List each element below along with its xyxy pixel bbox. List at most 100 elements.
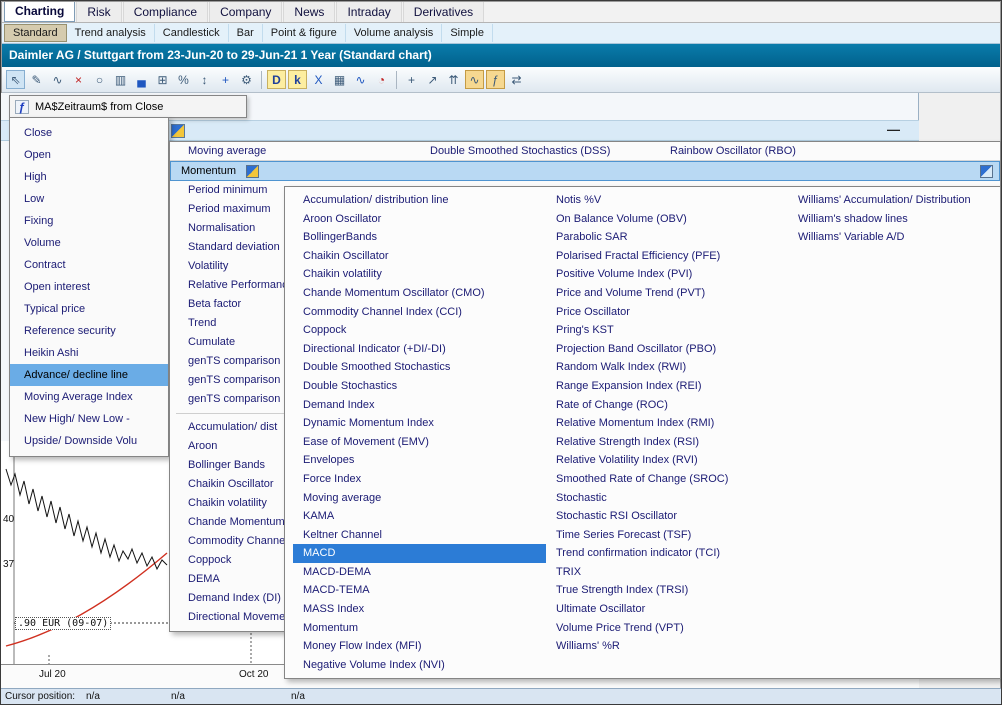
menu-item[interactable]: Aroon Oscillator xyxy=(293,210,546,229)
menu-item[interactable]: Force Index xyxy=(293,470,546,489)
menu-item[interactable]: New High/ New Low - xyxy=(10,408,168,430)
menu-item[interactable]: True Strength Index (TRSI) xyxy=(546,581,788,600)
menu-item[interactable]: Close xyxy=(10,122,168,144)
menu-item[interactable]: Notis %V xyxy=(546,191,788,210)
settings-icon[interactable]: ⚙ xyxy=(237,70,256,89)
scale-up-icon[interactable]: ⇈ xyxy=(444,70,463,89)
draw-icon[interactable]: ✎ xyxy=(27,70,46,89)
chart-type-tab[interactable]: Simple xyxy=(442,24,493,42)
main-tab[interactable]: News xyxy=(283,1,335,22)
delete-drawing-icon[interactable]: × xyxy=(69,70,88,89)
menu-item[interactable]: MACD xyxy=(293,544,546,563)
menu-item[interactable]: Commodity Channel Index (CCI) xyxy=(293,303,546,322)
chart-type-tab[interactable]: Volume analysis xyxy=(346,24,443,42)
menu-item[interactable]: Relative Strength Index (RSI) xyxy=(546,433,788,452)
menu-item[interactable]: Momentum xyxy=(293,619,546,638)
chart-type-tab[interactable]: Candlestick xyxy=(155,24,229,42)
menu-item[interactable]: High xyxy=(10,166,168,188)
menu-item[interactable]: MASS Index xyxy=(293,600,546,619)
menu-item[interactable]: Dynamic Momentum Index xyxy=(293,414,546,433)
close-line-icon[interactable]: X xyxy=(309,70,328,89)
menu-item[interactable]: Stochastic xyxy=(546,489,788,508)
menu-item[interactable]: Negative Volume Index (NVI) xyxy=(293,656,546,675)
trendline-icon[interactable]: ∿ xyxy=(48,70,67,89)
chart-type-tab[interactable]: Trend analysis xyxy=(67,24,155,42)
percent-scale-icon[interactable]: % xyxy=(174,70,193,89)
menu-item[interactable]: Low xyxy=(10,188,168,210)
menu-item[interactable]: Projection Band Oscillator (PBO) xyxy=(546,340,788,359)
menu-item-momentum[interactable]: Momentum xyxy=(170,161,1000,181)
menu-item[interactable]: Advance/ decline line xyxy=(10,364,168,386)
menu-item[interactable]: Relative Momentum Index (RMI) xyxy=(546,414,788,433)
menu-item[interactable]: TRIX xyxy=(546,563,788,582)
menu-item[interactable]: Fixing xyxy=(10,210,168,232)
menu-item[interactable]: Rainbow Oscillator (RBO) xyxy=(652,142,1000,160)
menu-item[interactable]: Smoothed Rate of Change (SROC) xyxy=(546,470,788,489)
menu-item[interactable]: MACD-DEMA xyxy=(293,563,546,582)
ellipse-icon[interactable]: ○ xyxy=(90,70,109,89)
menu-item[interactable]: Williams' Accumulation/ Distribution xyxy=(788,191,1000,210)
trend-projection-icon[interactable]: ↗ xyxy=(423,70,442,89)
grid-icon[interactable]: ⊞ xyxy=(153,70,172,89)
menu-item[interactable]: Price Oscillator xyxy=(546,303,788,322)
compare-icon[interactable]: ⇄ xyxy=(507,70,526,89)
time-period-icon[interactable]: ◔ xyxy=(372,70,391,89)
menu-item[interactable]: Heikin Ashi xyxy=(10,342,168,364)
zigzag-icon[interactable]: ∿ xyxy=(351,70,370,89)
menu-item[interactable]: Open interest xyxy=(10,276,168,298)
menu-item[interactable]: Pring's KST xyxy=(546,321,788,340)
quote-table-icon[interactable]: ▦ xyxy=(330,70,349,89)
menu-item[interactable]: MACD-TEMA xyxy=(293,581,546,600)
menu-item[interactable]: Typical price xyxy=(10,298,168,320)
menu-item[interactable]: Polarised Fractal Efficiency (PFE) xyxy=(546,247,788,266)
menu-item[interactable]: On Balance Volume (OBV) xyxy=(546,210,788,229)
menu-item[interactable]: Williams' Variable A/D xyxy=(788,228,1000,247)
menu-item[interactable]: Open xyxy=(10,144,168,166)
menu-item[interactable]: Stochastic RSI Oscillator xyxy=(546,507,788,526)
vertical-scale-icon[interactable]: ↕ xyxy=(195,70,214,89)
chart-type-tab[interactable]: Point & figure xyxy=(263,24,346,42)
formula-editor-icon[interactable]: ƒ xyxy=(486,70,505,89)
menu-item[interactable]: Williams' %R xyxy=(546,637,788,656)
menu-item[interactable]: Double Smoothed Stochastics xyxy=(293,358,546,377)
menu-item[interactable]: Coppock xyxy=(293,321,546,340)
minimize-icon[interactable]: — xyxy=(887,122,900,137)
bar-chart-icon[interactable]: ▄ xyxy=(132,70,151,89)
menu-item[interactable]: Range Expansion Index (REI) xyxy=(546,377,788,396)
main-tab[interactable]: Risk xyxy=(76,1,121,22)
menu-item[interactable]: Positive Volume Index (PVI) xyxy=(546,265,788,284)
menu-item[interactable]: Contract xyxy=(10,254,168,276)
main-tab[interactable]: Derivatives xyxy=(403,1,484,22)
menu-item[interactable]: Chaikin Oscillator xyxy=(293,247,546,266)
menu-item[interactable]: Ease of Movement (EMV) xyxy=(293,433,546,452)
main-tab[interactable]: Intraday xyxy=(336,1,401,22)
menu-item[interactable]: Parabolic SAR xyxy=(546,228,788,247)
menu-item[interactable]: Double Stochastics xyxy=(293,377,546,396)
menu-item[interactable]: Envelopes xyxy=(293,451,546,470)
crosshair-icon[interactable]: + xyxy=(216,70,235,89)
menu-item[interactable]: Moving average xyxy=(293,489,546,508)
menu-item[interactable]: KAMA xyxy=(293,507,546,526)
menu-item[interactable]: Directional Indicator (+DI/-DI) xyxy=(293,340,546,359)
chart-type-tab[interactable]: Standard xyxy=(4,24,67,42)
menu-item[interactable]: Money Flow Index (MFI) xyxy=(293,637,546,656)
menu-item[interactable]: Ultimate Oscillator xyxy=(546,600,788,619)
main-tab[interactable]: Company xyxy=(209,1,282,22)
indicator-list-icon[interactable]: ∿ xyxy=(465,70,484,89)
menu-item[interactable]: Rate of Change (ROC) xyxy=(546,396,788,415)
menu-item[interactable]: Upside/ Downside Volu xyxy=(10,430,168,452)
menu-item[interactable]: Chaikin volatility xyxy=(293,265,546,284)
menu-item[interactable]: Keltner Channel xyxy=(293,526,546,545)
menu-item[interactable]: Time Series Forecast (TSF) xyxy=(546,526,788,545)
chart-window-icon[interactable] xyxy=(171,124,185,138)
menu-item[interactable]: Price and Volume Trend (PVT) xyxy=(546,284,788,303)
main-tab[interactable]: Charting xyxy=(4,0,75,22)
menu-item[interactable]: Double Smoothed Stochastics (DSS) xyxy=(412,142,652,160)
pointer-icon[interactable]: ⇖ xyxy=(6,70,25,89)
chart-type-tab[interactable]: Bar xyxy=(229,24,263,42)
menu-item[interactable]: Moving Average Index xyxy=(10,386,168,408)
menu-item[interactable]: Volume Price Trend (VPT) xyxy=(546,619,788,638)
menu-item[interactable]: BollingerBands xyxy=(293,228,546,247)
menu-item[interactable]: Volume xyxy=(10,232,168,254)
menu-item[interactable]: William's shadow lines xyxy=(788,210,1000,229)
